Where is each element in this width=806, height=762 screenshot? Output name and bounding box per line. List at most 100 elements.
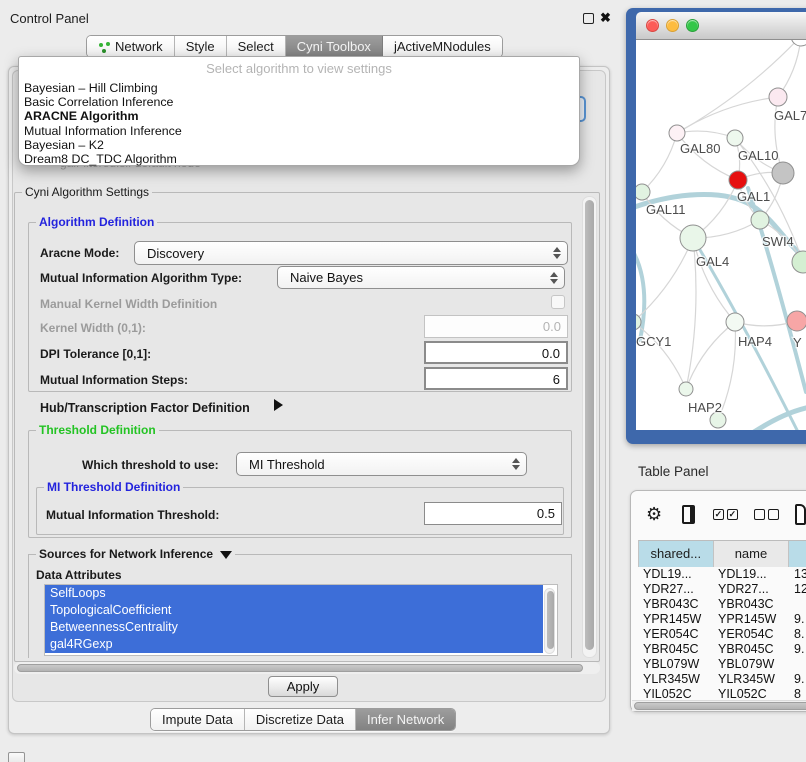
table-row[interactable]: YLR345WYLR345W9. xyxy=(638,672,806,687)
dropdown-item-mutual-information-inference[interactable]: Mutual Information Inference xyxy=(19,124,579,138)
mi-type-combo[interactable]: Naive Bayes xyxy=(277,266,565,289)
settings-scrollbar[interactable] xyxy=(582,196,597,658)
kernel-width-field[interactable]: 0.0 xyxy=(424,315,568,338)
network-node-y[interactable] xyxy=(787,311,806,331)
network-node-gal80[interactable] xyxy=(669,125,685,141)
table-cell xyxy=(789,657,806,672)
mi-steps-field[interactable]: 6 xyxy=(424,367,568,390)
table-row[interactable]: YDL19...YDL19...13 xyxy=(638,567,806,582)
mi-type-value: Naive Bayes xyxy=(278,270,548,285)
tab-label: Style xyxy=(186,39,215,54)
float-window-icon[interactable] xyxy=(583,13,594,24)
table-cell: YLR345W xyxy=(713,672,789,687)
tab-cyni-toolbox[interactable]: Cyni Toolbox xyxy=(286,36,383,57)
minimize-traffic-icon[interactable] xyxy=(666,19,679,32)
hub-section-label: Hub/Transcription Factor Definition xyxy=(40,401,250,415)
gear-icon[interactable]: ⚙ xyxy=(646,505,662,523)
close-icon[interactable]: ✖ xyxy=(600,12,611,23)
dropdown-item-bayesian-k2[interactable]: Bayesian – K2 xyxy=(19,138,579,152)
network-titlebar[interactable] xyxy=(636,12,806,40)
table-row[interactable]: YBR045CYBR045C9. xyxy=(638,642,806,657)
dropdown-item-bayesian-hill-climbing[interactable]: Bayesian – Hill Climbing xyxy=(19,81,579,95)
table-row[interactable]: YDR27...YDR27...12 xyxy=(638,582,806,597)
network-node-gal11[interactable] xyxy=(636,184,650,200)
column-header-cut[interactable] xyxy=(789,541,806,567)
network-node-gal7[interactable] xyxy=(769,88,787,106)
tab-impute-data[interactable]: Impute Data xyxy=(151,709,245,730)
tab-label: Discretize Data xyxy=(256,712,344,727)
network-node-hap4[interactable] xyxy=(726,313,744,331)
aracne-mode-value: Discovery xyxy=(135,246,551,261)
screen: Control Panel ✖ NetworkStyleSelectCyni T… xyxy=(0,0,806,762)
dropdown-item-basic-correlation-inference[interactable]: Basic Correlation Inference xyxy=(19,95,579,109)
table-hscrollbar[interactable] xyxy=(632,700,806,711)
aracne-mode-combo[interactable]: Discovery xyxy=(134,241,568,265)
dropdown-item-aracne-algorithm[interactable]: ARACNE Algorithm xyxy=(19,109,579,123)
dpi-tolerance-field[interactable]: 0.0 xyxy=(424,341,568,364)
settings-scrollbar-thumb[interactable] xyxy=(585,200,594,650)
attribute-item-topologicalcoefficient[interactable]: TopologicalCoefficient xyxy=(45,602,543,619)
network-node-swi4[interactable] xyxy=(792,251,806,273)
data-attributes-label: Data Attributes xyxy=(36,568,122,582)
table-header-row: shared...name xyxy=(638,540,806,568)
deselect-all-columns-icon[interactable] xyxy=(754,509,779,520)
network-node-gal10[interactable] xyxy=(727,130,743,146)
attribute-item-selfloops[interactable]: SelfLoops xyxy=(45,585,543,602)
cyni-settings-title: Cyni Algorithm Settings xyxy=(22,185,152,199)
network-node-gal1[interactable] xyxy=(751,211,769,229)
network-node-hap2[interactable] xyxy=(679,382,693,396)
settings-hscrollbar-thumb[interactable] xyxy=(17,664,583,672)
export-table-icon[interactable] xyxy=(795,504,806,525)
table-row[interactable]: YER054CYER054C8. xyxy=(638,627,806,642)
table-row[interactable]: YBR043CYBR043C xyxy=(638,597,806,612)
tab-jactivemnodules[interactable]: jActiveMNodules xyxy=(383,36,502,57)
attribute-item-betweennesscentrality[interactable]: BetweennessCentrality xyxy=(45,619,543,636)
table-hscrollbar-thumb[interactable] xyxy=(634,702,806,710)
table-row[interactable]: YBL079WYBL079W xyxy=(638,657,806,672)
attribute-item-gal4rgexp[interactable]: gal4RGexp xyxy=(45,636,543,653)
table-cell: YDL19... xyxy=(713,567,789,582)
which-threshold-label: Which threshold to use: xyxy=(82,458,219,472)
table-cell: YBL079W xyxy=(638,657,713,672)
column-layout-icon[interactable] xyxy=(682,505,695,524)
tab-infer-network[interactable]: Infer Network xyxy=(356,709,455,730)
network-node[interactable] xyxy=(791,40,806,46)
tab-select[interactable]: Select xyxy=(227,36,286,57)
attributes-scrollbar[interactable] xyxy=(544,588,555,654)
network-node[interactable] xyxy=(729,171,747,189)
table-cell: YIL052C xyxy=(713,687,789,699)
collapse-arrow-icon[interactable] xyxy=(220,551,232,559)
tab-style[interactable]: Style xyxy=(175,36,227,57)
column-header-name[interactable]: name xyxy=(714,541,790,567)
settings-hscrollbar[interactable] xyxy=(14,662,600,674)
column-header-shared[interactable]: shared... xyxy=(639,541,714,567)
table-cell: YDL19... xyxy=(638,567,713,582)
kernel-width-label: Kernel Width (0,1): xyxy=(40,321,146,335)
expand-arrow-icon[interactable] xyxy=(274,399,283,411)
manual-kernel-checkbox[interactable] xyxy=(551,295,565,309)
zoom-traffic-icon[interactable] xyxy=(686,19,699,32)
chevron-updown-icon xyxy=(551,247,567,259)
network-node-gal4[interactable] xyxy=(680,225,706,251)
close-traffic-icon[interactable] xyxy=(646,19,659,32)
node-label-gal4: GAL4 xyxy=(696,254,729,269)
tab-discretize-data[interactable]: Discretize Data xyxy=(245,709,356,730)
network-node[interactable] xyxy=(772,162,794,184)
sources-title: Sources for Network Inference xyxy=(36,547,235,561)
table-row[interactable]: YPR145WYPR145W9. xyxy=(638,612,806,627)
network-canvas[interactable]: GAL7GAL80GAL10GAL1GAL11SWI4GAL4GCY1HAP4Y… xyxy=(636,40,806,430)
tab-network[interactable]: Network xyxy=(87,36,175,57)
node-label-hap2: HAP2 xyxy=(688,400,722,415)
network-edge xyxy=(677,131,735,138)
table-cell xyxy=(789,597,806,612)
apply-button[interactable]: Apply xyxy=(268,676,338,697)
data-attributes-list[interactable]: SelfLoopsTopologicalCoefficientBetweenne… xyxy=(44,584,558,656)
which-threshold-combo[interactable]: MI Threshold xyxy=(236,452,527,476)
dropdown-item-dream8-dc-tdc-algorithm[interactable]: Dream8 DC_TDC Algorithm xyxy=(19,152,579,166)
table-row[interactable]: YIL052CYIL052C8 xyxy=(638,687,806,699)
mi-threshold-title: MI Threshold Definition xyxy=(44,480,183,494)
mi-threshold-field[interactable]: 0.5 xyxy=(424,502,562,525)
chevron-updown-icon xyxy=(510,458,526,470)
minimized-panel-icon[interactable] xyxy=(8,752,25,762)
select-all-columns-icon[interactable]: ✓✓ xyxy=(713,509,738,520)
